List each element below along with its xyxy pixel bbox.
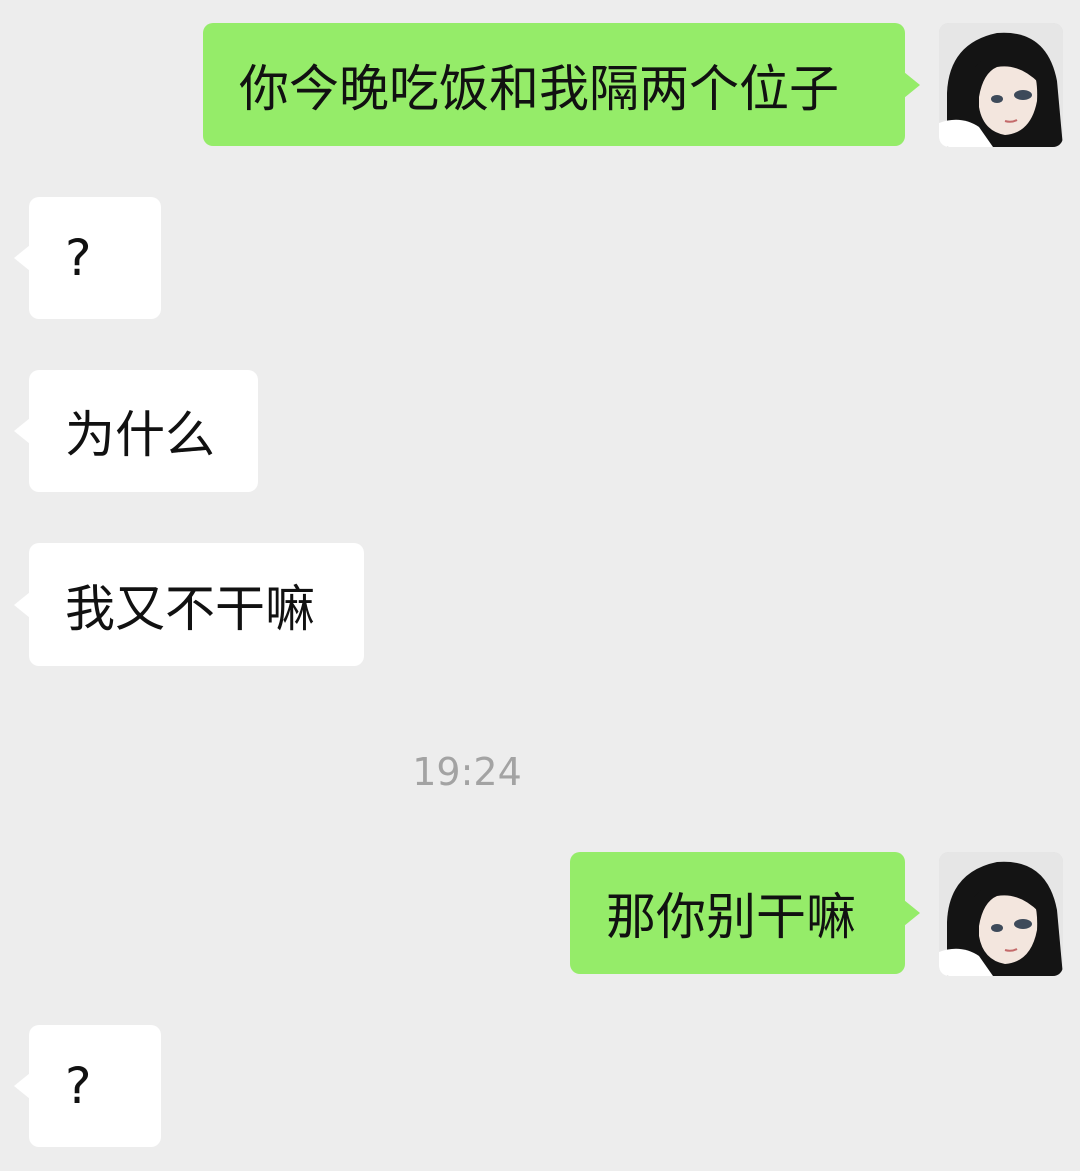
bubble-tail xyxy=(14,1073,30,1099)
bubble-tail xyxy=(14,418,30,444)
message-bubble-received[interactable]: ? xyxy=(14,1025,161,1147)
bubble-tail xyxy=(14,591,30,618)
message-bubble-received[interactable]: ? xyxy=(14,197,161,319)
anime-girl-avatar-icon xyxy=(939,852,1063,976)
message-text: 你今晚吃饭和我隔两个位子 xyxy=(239,59,839,118)
message-text: ? xyxy=(65,229,92,287)
bubble-tail xyxy=(14,245,30,271)
my-avatar[interactable] xyxy=(939,23,1063,147)
message-bubble-received[interactable]: 为什么 xyxy=(14,370,258,492)
message-text: 我又不干嘛 xyxy=(65,579,315,638)
bubble-tail xyxy=(904,71,920,98)
message-text: 那你别干嘛 xyxy=(606,888,856,946)
message-bubble-received[interactable]: 我又不干嘛 xyxy=(14,543,364,666)
message-timestamp: 19:24 xyxy=(412,750,522,794)
chat-screen: { "colors": { "background": "#ededed", "… xyxy=(0,0,1080,1171)
bubble-tail xyxy=(904,900,920,926)
anime-girl-avatar-icon xyxy=(939,23,1063,147)
message-text: ? xyxy=(65,1057,92,1115)
message-text: 为什么 xyxy=(65,406,215,464)
my-avatar[interactable] xyxy=(939,852,1063,976)
message-bubble-sent[interactable]: 那你别干嘛 xyxy=(570,852,920,974)
message-bubble-sent[interactable]: 你今晚吃饭和我隔两个位子 xyxy=(203,23,920,146)
